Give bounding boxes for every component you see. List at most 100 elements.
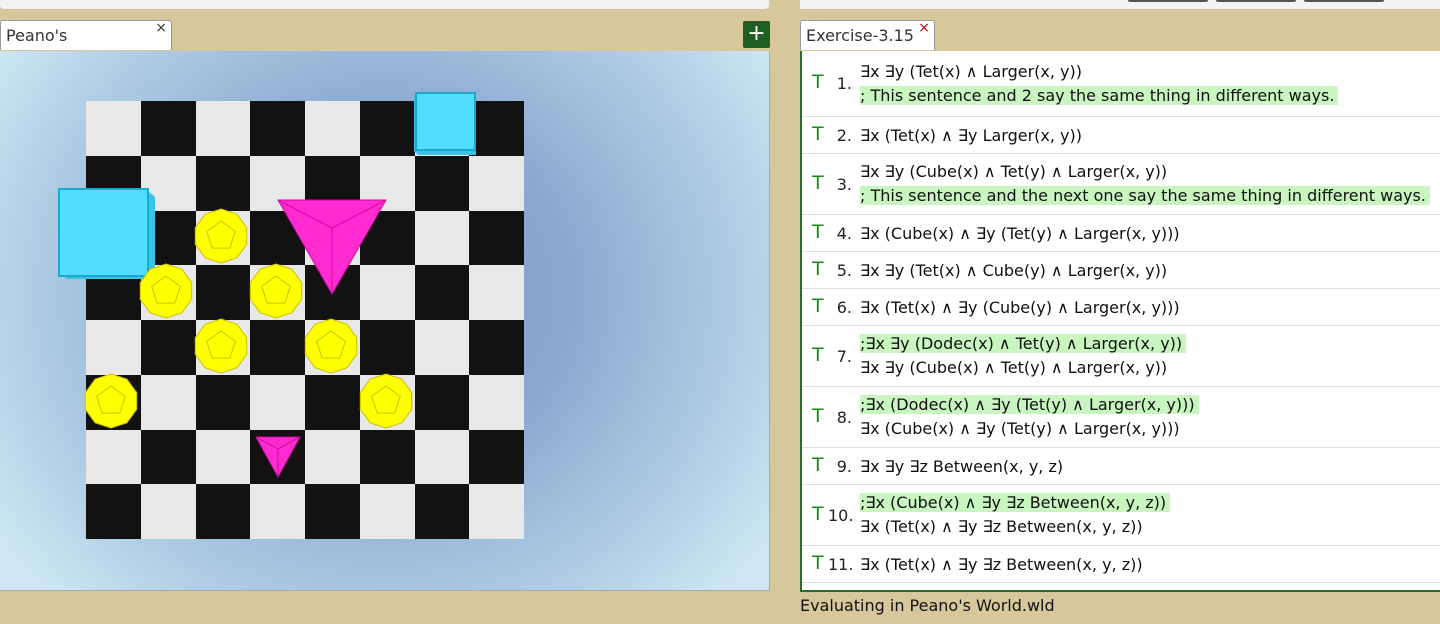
board-square[interactable] [414, 320, 470, 375]
add-world-button[interactable]: + [743, 21, 770, 48]
board-square[interactable] [250, 101, 305, 156]
top-toolbar-right [800, 0, 1440, 10]
board-square[interactable] [86, 320, 141, 375]
sentence-number: 1. [836, 74, 852, 93]
sentence-number: 8. [836, 407, 852, 427]
board-square[interactable] [414, 429, 470, 485]
sentence-row[interactable]: T 5. ∃x ∃y (Tet(x) ∧ Cube(y) ∧ Larger(x, y… [802, 252, 1440, 289]
board-square[interactable] [250, 374, 305, 430]
world-view[interactable] [0, 51, 770, 591]
board-square[interactable] [469, 484, 524, 539]
sentence-comment[interactable]: ;∃x (Cube(x) ∧ ∃y ∃z Between(x, y, z)) [860, 493, 1171, 512]
board-square[interactable] [86, 429, 141, 485]
board-square[interactable] [140, 429, 196, 485]
truth-value: T [812, 122, 824, 145]
board-square[interactable] [469, 374, 524, 430]
board-square[interactable] [195, 374, 251, 430]
board-square[interactable] [305, 101, 360, 156]
sentence-formula[interactable]: ∃x (Tet(x) ∧ ∃y (Cube(y) ∧ Larger(x, y))… [860, 298, 1180, 317]
board-square[interactable] [195, 265, 251, 320]
board-square[interactable] [359, 320, 415, 375]
sentence-row[interactable]: T 3. ∃x ∃y (Cube(x) ∧ Tet(y) ∧ Larger(x, y… [802, 154, 1440, 215]
board-square[interactable] [469, 210, 524, 266]
toolbar-button[interactable] [1304, 0, 1384, 2]
sentence-formula[interactable]: ∃x ∃y (Cube(x) ∧ Tet(y) ∧ Larger(x, y)) [860, 162, 1167, 181]
board-square[interactable] [305, 374, 360, 430]
dodec-small[interactable] [82, 372, 140, 430]
dodec-small[interactable] [192, 207, 250, 265]
board-square[interactable] [86, 484, 141, 539]
board-square[interactable] [140, 320, 196, 375]
board-square[interactable] [414, 484, 470, 539]
board-square[interactable] [469, 155, 524, 211]
board-square[interactable] [359, 101, 415, 156]
sentence-number: 3. [836, 174, 852, 194]
board-square[interactable] [250, 320, 305, 375]
board-square[interactable] [469, 265, 524, 320]
board-square[interactable] [140, 484, 196, 539]
sentence-row[interactable]: T 1. ∃x ∃y (Tet(x) ∧ Larger(x, y)) ; This s… [802, 51, 1440, 117]
sentence-row[interactable]: T 8. ;∃x (Dodec(x) ∧ ∃y (Tet(y) ∧ Larger(x… [802, 387, 1440, 448]
tab-exercise[interactable]: Exercise-3.15 × [800, 20, 935, 50]
tab-world-file[interactable]: Peano's World.wld × [0, 20, 172, 75]
dodec-small[interactable] [302, 317, 360, 375]
tab-exercise-label: Exercise-3.15 [806, 26, 914, 45]
sentence-formula[interactable]: ∃x ∃y ∃z Between(x, y, z) [860, 457, 1063, 476]
sentence-formula[interactable]: ∃x (Tet(x) ∧ ∃y ∃z Between(x, y, z)) [860, 517, 1143, 536]
board-square[interactable] [86, 101, 141, 156]
sentence-number: 7. [836, 346, 852, 366]
tet-small[interactable] [254, 435, 302, 479]
truth-value: T [812, 257, 824, 280]
status-text: Evaluating in Peano's World.wld [800, 596, 1055, 615]
sentence-row[interactable]: T 6. ∃x (Tet(x) ∧ ∃y (Cube(y) ∧ Larger(x, … [802, 289, 1440, 326]
sentence-formula[interactable]: ∃x ∃y (Cube(x) ∧ Tet(y) ∧ Larger(x, y)) [860, 358, 1167, 377]
board-square[interactable] [414, 155, 470, 211]
board-square[interactable] [140, 101, 196, 156]
cube-small[interactable] [412, 91, 480, 159]
sentence-row[interactable]: T 10. ;∃x (Cube(x) ∧ ∃y ∃z Between(x, y, z… [802, 485, 1440, 546]
board-square[interactable] [469, 429, 524, 485]
board-square[interactable] [140, 374, 196, 430]
board-square[interactable] [195, 101, 251, 156]
board-square[interactable] [414, 265, 470, 320]
sentence-comment[interactable]: ;∃x (Dodec(x) ∧ ∃y (Tet(y) ∧ Larger(x, y… [860, 395, 1199, 414]
sentence-formula[interactable]: ∃x ∃y (Tet(x) ∧ Larger(x, y)) [860, 62, 1082, 81]
sentence-formula[interactable]: ∃x ∃y (Tet(x) ∧ Cube(y) ∧ Larger(x, y)) [860, 261, 1167, 280]
sentence-row[interactable]: T 11. ∃x (Tet(x) ∧ ∃y ∃z Between(x, y, z)) [802, 546, 1440, 583]
sentence-comment[interactable]: ; This sentence and the next one say the… [860, 186, 1430, 205]
sentence-row[interactable]: T 2. ∃x (Tet(x) ∧ ∃y Larger(x, y)) [802, 117, 1440, 154]
sentence-row[interactable]: T 7. ;∃x ∃y (Dodec(x) ∧ Tet(y) ∧ Larger(x,… [802, 326, 1440, 387]
board-square[interactable] [305, 429, 360, 485]
sentence-list[interactable]: T 1. ∃x ∃y (Tet(x) ∧ Larger(x, y)) ; This s… [800, 51, 1440, 592]
close-icon[interactable]: × [155, 13, 167, 43]
board-square[interactable] [414, 210, 470, 266]
sentence-formula[interactable]: ∃x (Cube(x) ∧ ∃y (Tet(y) ∧ Larger(x, y))… [860, 419, 1180, 438]
sentence-formula[interactable]: ∃x (Tet(x) ∧ ∃y ∃z Between(x, y, z)) [860, 555, 1143, 574]
dodec-small[interactable] [357, 372, 415, 430]
board-square[interactable] [359, 429, 415, 485]
board-square[interactable] [195, 484, 251, 539]
board-square[interactable] [195, 155, 251, 211]
sentence-number: 5. [836, 260, 852, 280]
sentence-row[interactable]: T 9. ∃x ∃y ∃z Between(x, y, z) [802, 448, 1440, 485]
sentence-formula[interactable]: ∃x (Tet(x) ∧ ∃y Larger(x, y)) [860, 126, 1082, 145]
board-square[interactable] [195, 429, 251, 485]
board-square[interactable] [305, 484, 360, 539]
sentence-number: 6. [836, 297, 852, 317]
dodec-small[interactable] [247, 262, 305, 320]
board-square[interactable] [250, 484, 305, 539]
toolbar-button[interactable] [1216, 0, 1296, 2]
dodec-small[interactable] [192, 317, 250, 375]
board-square[interactable] [469, 320, 524, 375]
close-icon[interactable]: × [918, 13, 930, 43]
truth-value: T [812, 404, 824, 427]
board-square[interactable] [414, 374, 470, 430]
sentence-comment[interactable]: ; This sentence and 2 say the same thing… [860, 86, 1339, 105]
toolbar-button[interactable] [1128, 0, 1208, 2]
dodec-small[interactable] [137, 262, 195, 320]
board-square[interactable] [359, 484, 415, 539]
sentence-row[interactable]: T 4. ∃x (Cube(x) ∧ ∃y (Tet(y) ∧ Larger(x, … [802, 215, 1440, 252]
sentence-comment[interactable]: ;∃x ∃y (Dodec(x) ∧ Tet(y) ∧ Larger(x, y)… [860, 334, 1187, 353]
sentence-formula[interactable]: ∃x (Cube(x) ∧ ∃y (Tet(y) ∧ Larger(x, y))… [860, 224, 1180, 243]
sentence-number: 2. [836, 125, 852, 145]
